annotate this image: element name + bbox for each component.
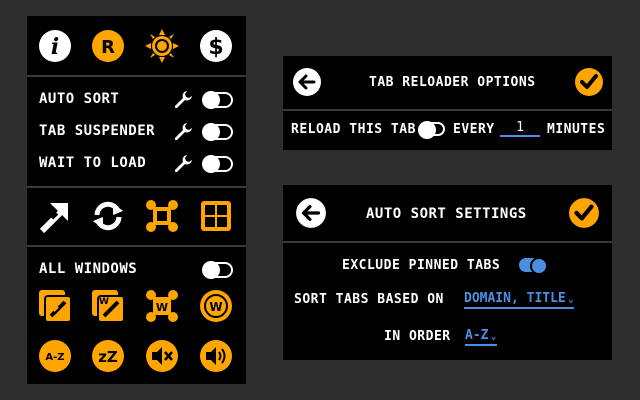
chevron-down-icon: ⌄ [567,294,574,305]
auto-sort-label: AUTO SORT [39,91,120,107]
interval-input[interactable]: 1 [500,120,540,137]
reload-this-tab-label: RELOAD THIS TAB [291,122,416,137]
info-icon[interactable]: i [37,28,73,64]
link-arrow-icon[interactable] [37,198,73,234]
wait-to-load-label: WAIT TO LOAD [39,155,147,171]
in-order-label: IN ORDER [384,329,451,344]
scatter-icon[interactable] [144,198,180,234]
confirm-check-icon[interactable] [571,64,607,100]
confirm-check-icon[interactable] [566,195,602,231]
w-scatter-icon[interactable]: W [144,288,180,324]
sort-based-dropdown[interactable]: DOMAIN, TITLE ⌄ [464,291,574,309]
separator [27,245,246,247]
refresh-icon[interactable] [90,198,126,234]
tab-suspender-toggle[interactable] [202,123,233,141]
svg-text:W: W [99,297,109,307]
back-arrow-icon[interactable] [293,195,329,231]
wait-to-load-settings-wrench-icon[interactable] [173,154,193,174]
link-box-alt-icon[interactable]: W [90,288,126,324]
exclude-pinned-tabs-label: EXCLUDE PINNED TABS [342,258,501,273]
w-circle-glyph: W [209,300,222,314]
r-icon[interactable]: R [90,28,126,64]
dollar-icon[interactable]: $ [198,28,234,64]
separator [27,186,246,188]
mute-icon[interactable] [144,338,180,374]
main-menu-panel: i R $ AUTO SORT TAB SUSPENDER WAIT TO LO… [27,16,246,384]
sleep-icon[interactable]: zZ [90,338,126,374]
dollar-glyph: $ [208,35,223,60]
w-glyph: W [156,301,168,314]
exclude-pinned-tabs-toggle[interactable] [519,257,548,275]
separator [283,241,612,243]
grid-icon[interactable] [198,198,234,234]
az-icon[interactable]: A-Z [37,338,73,374]
sun-icon[interactable] [144,28,180,64]
tab-suspender-label: TAB SUSPENDER [39,123,156,139]
all-windows-label: ALL WINDOWS [39,261,138,277]
all-windows-toggle[interactable] [202,261,233,279]
chevron-down-icon: ⌄ [490,331,497,342]
tab-suspender-settings-wrench-icon[interactable] [173,122,193,142]
every-label: EVERY [453,122,495,137]
link-box-icon[interactable] [37,288,73,324]
order-value: A-Z [465,328,489,343]
reload-this-tab-toggle[interactable] [418,121,445,139]
info-glyph: i [51,34,59,60]
auto-sort-settings-wrench-icon[interactable] [173,90,193,110]
auto-sort-settings-title: AUTO SORT SETTINGS [366,206,527,222]
wait-to-load-toggle[interactable] [202,155,233,173]
back-arrow-icon[interactable] [289,64,325,100]
sort-tabs-based-on-label: SORT TABS BASED ON [294,292,444,307]
auto-sort-settings-panel: AUTO SORT SETTINGS EXCLUDE PINNED TABS S… [283,185,612,360]
tab-reloader-panel: TAB RELOADER OPTIONS RELOAD THIS TAB EVE… [283,56,612,150]
auto-sort-toggle[interactable] [202,91,233,109]
tab-reloader-title: TAB RELOADER OPTIONS [369,75,536,90]
volume-icon[interactable] [198,338,234,374]
minutes-label: MINUTES [547,122,606,137]
separator [27,75,246,77]
sort-based-value: DOMAIN, TITLE [464,291,566,306]
az-glyph: A-Z [45,352,64,363]
r-glyph: R [101,37,115,58]
w-circle-icon[interactable]: W [198,288,234,324]
order-dropdown[interactable]: A-Z ⌄ [465,328,497,346]
sleep-glyph: zZ [98,348,118,366]
separator [283,109,612,111]
